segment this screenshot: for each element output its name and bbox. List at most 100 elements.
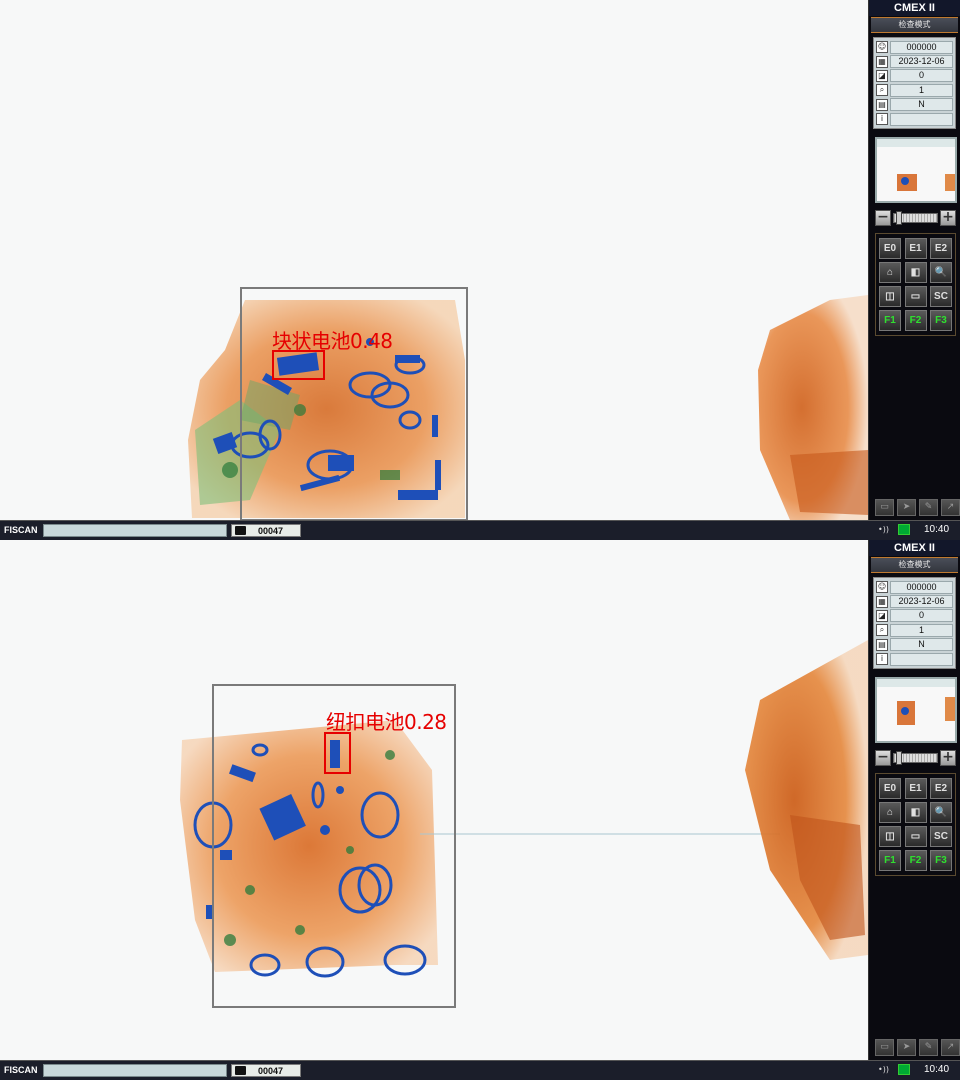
bag-counter: 00047 (231, 524, 301, 537)
home-icon[interactable]: ⌂ (879, 262, 901, 284)
zoom-out-button[interactable]: − (875, 750, 891, 767)
e2-button[interactable]: E2 (930, 778, 952, 800)
e1-button[interactable]: E1 (904, 238, 927, 260)
control-panel: CMEX II 检查模式 ☺ 000000 ▦ 2023-12-06 ◪ 0 ⌕ 1 ▤… (868, 0, 960, 520)
xray-viewport[interactable]: 块状电池0.48 (0, 0, 868, 520)
status-bar: FISCAN 00047 •)) 10:40 (0, 520, 960, 540)
tool-icon[interactable]: ✎ (919, 1039, 938, 1056)
zoom-value: 1 (890, 623, 953, 637)
info-icon: i (876, 653, 888, 666)
control-panel: CMEX II 检查模式 ☺ 000000 ▦ 2023-12-06 ◪ 0 ⌕ 1 ▤… (868, 540, 960, 1060)
f2-button[interactable]: F2 (904, 310, 927, 332)
status-field (43, 1064, 227, 1077)
operator-id: 000000 (890, 580, 953, 594)
info-row-printer: ▤ N (876, 638, 953, 652)
panel-bottom-toolbar: ▭ ➤ ✎ ↗ (875, 499, 960, 516)
zoom-control: − + (875, 749, 956, 767)
info-row-user: ☺ 000000 (876, 40, 953, 54)
f3-button[interactable]: F3 (930, 850, 952, 872)
sc-button[interactable]: SC (930, 826, 952, 848)
zoom-control: − + (875, 209, 956, 227)
info-row-date: ▦ 2023-12-06 (876, 54, 953, 69)
status-field (43, 524, 227, 537)
counter-value: 0 (890, 609, 953, 623)
f2-button[interactable]: F2 (904, 850, 927, 872)
zoom-value: 1 (890, 83, 953, 97)
mode-label: 检查模式 (871, 557, 958, 573)
clock: 10:40 (924, 1064, 950, 1075)
date-value: 2023-12-06 (890, 595, 953, 609)
e1-button[interactable]: E1 (904, 778, 927, 800)
save-icon[interactable]: ▭ (875, 1039, 894, 1056)
counter-value: 0 (890, 69, 953, 83)
thumbnail-image (877, 679, 955, 726)
network-icon (898, 1064, 910, 1075)
signal-icon: •)) (878, 1065, 889, 1074)
zoom-in-button[interactable]: + (940, 750, 956, 767)
detection-box[interactable] (272, 350, 325, 380)
e0-button[interactable]: E0 (879, 238, 901, 260)
thumbnail-preview[interactable] (875, 137, 957, 204)
info-icon: i (876, 113, 888, 126)
function-buttons: E0 E1 E2 ⌂ ◧ 🔍 ◫ ▭ SC F1 F2 F3 (875, 773, 956, 877)
zoom-slider-handle[interactable] (896, 211, 902, 226)
e2-button[interactable]: E2 (930, 238, 952, 260)
zoom-slider[interactable] (893, 751, 938, 766)
zoom-icon: ⌕ (876, 84, 888, 97)
xray-viewport[interactable]: 纽扣电池0.28 (0, 540, 868, 1060)
export-icon[interactable]: ↗ (941, 1039, 960, 1056)
printer-icon: ▤ (876, 98, 888, 111)
detection-label: 块状电池0.48 (272, 329, 393, 353)
e0-button[interactable]: E0 (879, 778, 901, 800)
info-box: ☺ 000000 ▦ 2023-12-06 ◪ 0 ⌕ 1 ▤ N i (873, 577, 956, 670)
invert-icon[interactable]: ◫ (879, 826, 901, 848)
user-icon: ☺ (876, 581, 888, 594)
tool-icon[interactable]: ✎ (919, 499, 938, 516)
detection-box[interactable] (324, 732, 351, 774)
signal-icon: •)) (878, 525, 889, 534)
invert-icon[interactable]: ◫ (879, 286, 901, 308)
printer-value: N (890, 98, 953, 112)
magnify-icon[interactable]: 🔍 (930, 802, 952, 824)
keyboard-icon[interactable]: ▭ (904, 286, 927, 308)
date-value: 2023-12-06 (890, 55, 953, 69)
brand-title: CMEX II (869, 540, 960, 556)
zoom-out-button[interactable]: − (875, 210, 891, 227)
home-icon[interactable]: ⌂ (879, 802, 901, 824)
sc-button[interactable]: SC (930, 286, 952, 308)
keyboard-icon[interactable]: ▭ (904, 826, 927, 848)
zoom-icon: ⌕ (876, 624, 888, 637)
calendar-icon: ▦ (876, 595, 888, 608)
info-row-counter: ◪ 0 (876, 609, 953, 623)
zoom-slider-handle[interactable] (896, 751, 902, 766)
function-buttons: E0 E1 E2 ⌂ ◧ 🔍 ◫ ▭ SC F1 F2 F3 (875, 233, 956, 337)
contrast-icon[interactable]: ◧ (904, 262, 927, 284)
panel-bottom-toolbar: ▭ ➤ ✎ ↗ (875, 1039, 960, 1056)
info-value (890, 112, 953, 126)
bag-counter: 00047 (231, 1064, 301, 1077)
printer-icon: ▤ (876, 638, 888, 651)
scanner-screen-top: 块状电池0.48 CMEX II 检查模式 ☺ 000000 ▦ 2023-12-0… (0, 0, 960, 540)
save-icon[interactable]: ▭ (875, 499, 894, 516)
app-name: FISCAN (4, 525, 38, 535)
zoom-in-button[interactable]: + (940, 210, 956, 227)
f1-button[interactable]: F1 (879, 850, 901, 872)
thumbnail-preview[interactable] (875, 677, 957, 744)
forward-icon[interactable]: ➤ (897, 499, 916, 516)
f3-button[interactable]: F3 (930, 310, 952, 332)
info-row-info: i (876, 652, 953, 666)
f1-button[interactable]: F1 (879, 310, 901, 332)
info-value (890, 652, 953, 666)
info-row-info: i (876, 112, 953, 126)
magnify-icon[interactable]: 🔍 (930, 262, 952, 284)
info-row-zoom: ⌕ 1 (876, 83, 953, 97)
export-icon[interactable]: ↗ (941, 499, 960, 516)
bag-count: 00047 (258, 1066, 284, 1076)
mode-label: 检查模式 (871, 17, 958, 33)
info-row-zoom: ⌕ 1 (876, 623, 953, 637)
forward-icon[interactable]: ➤ (897, 1039, 916, 1056)
printer-value: N (890, 638, 953, 652)
zoom-slider[interactable] (893, 211, 938, 226)
contrast-icon[interactable]: ◧ (904, 802, 927, 824)
app-name: FISCAN (4, 1065, 38, 1075)
